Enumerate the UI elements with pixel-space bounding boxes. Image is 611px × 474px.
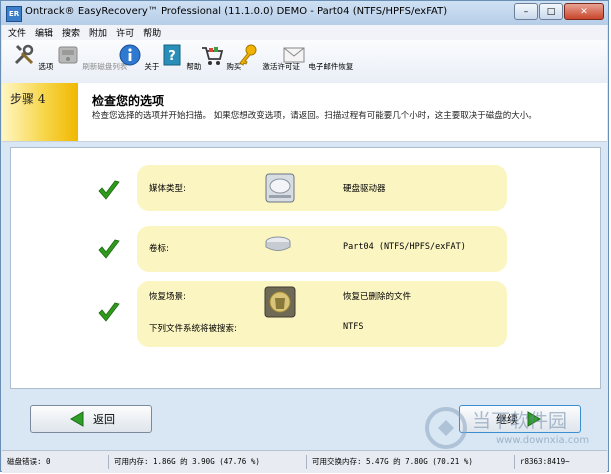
app-icon: ER xyxy=(6,6,22,22)
check-scenario-icon xyxy=(98,302,120,322)
step-title: 检查您的选项 xyxy=(92,94,165,108)
disk-refresh-icon xyxy=(58,46,78,64)
watermark: 当下软件园 www.downxia.com xyxy=(424,402,604,458)
window-controls: – □ ✕ xyxy=(513,3,604,20)
menu-bar: 文件 编辑 搜索 附加 许可 帮助 xyxy=(2,25,607,40)
toolbar-options-button[interactable]: 选项 xyxy=(12,43,53,72)
toolbar-email-label: 电子邮件恢复 xyxy=(308,62,354,71)
envelope-icon xyxy=(283,47,305,63)
toolbar-options-label: 选项 xyxy=(38,62,54,71)
toolbar-help-button[interactable]: ? 帮助 xyxy=(160,43,201,72)
summary-panel: 媒体类型: 硬盘驱动器 卷标: Part04 (NTFS/HPFS/exFAT)… xyxy=(10,147,601,389)
toolbar-about-button[interactable]: 关于 xyxy=(118,43,159,72)
window-title: Ontrack® EasyRecovery™ Professional (11.… xyxy=(25,6,448,17)
menu-edit[interactable]: 编辑 xyxy=(35,26,53,39)
key-icon xyxy=(239,44,257,66)
toolbar-about-label: 关于 xyxy=(144,62,160,71)
volume-value: Part04 (NTFS/HPFS/exFAT) xyxy=(343,242,466,252)
back-button[interactable]: 返回 xyxy=(30,405,152,433)
shopping-cart-icon xyxy=(202,47,224,65)
scenario-label: 恢复场景: xyxy=(149,292,186,302)
check-media-icon xyxy=(98,180,120,200)
status-memory: 可用内存: 1.86G 的 3.90G (47.76 %) xyxy=(109,455,307,469)
info-icon xyxy=(119,44,141,66)
media-type-value: 硬盘驱动器 xyxy=(343,184,386,194)
tools-icon xyxy=(14,44,34,65)
menu-help[interactable]: 帮助 xyxy=(143,26,161,39)
watermark-brand: 当下软件园 xyxy=(472,410,568,432)
watermark-logo-icon xyxy=(425,407,467,449)
title-bar: ER Ontrack® EasyRecovery™ Professional (… xyxy=(1,1,608,25)
watermark-url: www.downxia.com xyxy=(496,435,590,446)
media-type-card: 媒体类型: 硬盘驱动器 xyxy=(137,165,507,211)
media-type-label: 媒体类型: xyxy=(149,184,186,194)
recover-deleted-icon xyxy=(264,286,296,318)
minimize-button[interactable]: – xyxy=(514,3,538,20)
volume-label: 卷标: xyxy=(149,244,169,254)
step-header: 步骤 4 检查您的选项 检查您选择的选项并开始扫描。 如果您想改变选项，请返回。… xyxy=(2,83,607,142)
scenario-value: 恢复已删除的文件 xyxy=(343,292,412,302)
help-book-icon: ? xyxy=(163,44,181,66)
menu-file[interactable]: 文件 xyxy=(8,26,26,39)
filesystem-label: 下列文件系统将被搜索: xyxy=(149,324,237,334)
toolbar-email-button[interactable]: 电子邮件恢复 xyxy=(282,43,353,72)
status-disk-errors: 磁盘错误: 0 xyxy=(2,455,109,469)
volume-card: 卷标: Part04 (NTFS/HPFS/exFAT) xyxy=(137,226,507,272)
close-button[interactable]: ✕ xyxy=(564,3,604,20)
step-badge: 步骤 4 xyxy=(2,83,78,141)
filesystem-value: NTFS xyxy=(343,322,364,332)
back-arrow-icon xyxy=(70,411,84,427)
svg-text:?: ? xyxy=(168,49,176,64)
check-volume-icon xyxy=(98,239,120,259)
hard-drive-icon xyxy=(265,173,295,203)
volume-drive-icon xyxy=(265,236,291,251)
menu-license[interactable]: 许可 xyxy=(116,26,134,39)
menu-extra[interactable]: 附加 xyxy=(89,26,107,39)
menu-search[interactable]: 搜索 xyxy=(62,26,80,39)
scenario-card: 恢复场景: 恢复已删除的文件 下列文件系统将被搜索: NTFS xyxy=(137,281,507,347)
step-description: 检查您选择的选项并开始扫描。 如果您想改变选项，请返回。扫描过程有可能要几个小时… xyxy=(92,111,537,121)
step-number: 步骤 4 xyxy=(10,92,46,106)
toolbar-refresh-button[interactable]: 刷新磁盘列表 xyxy=(56,43,127,72)
back-button-label: 返回 xyxy=(93,413,115,426)
maximize-button[interactable]: □ xyxy=(539,3,563,20)
toolbar: 选项 刷新磁盘列表 关于 ? 帮助 购买 激活许可证 电子邮件恢复 xyxy=(2,40,607,84)
